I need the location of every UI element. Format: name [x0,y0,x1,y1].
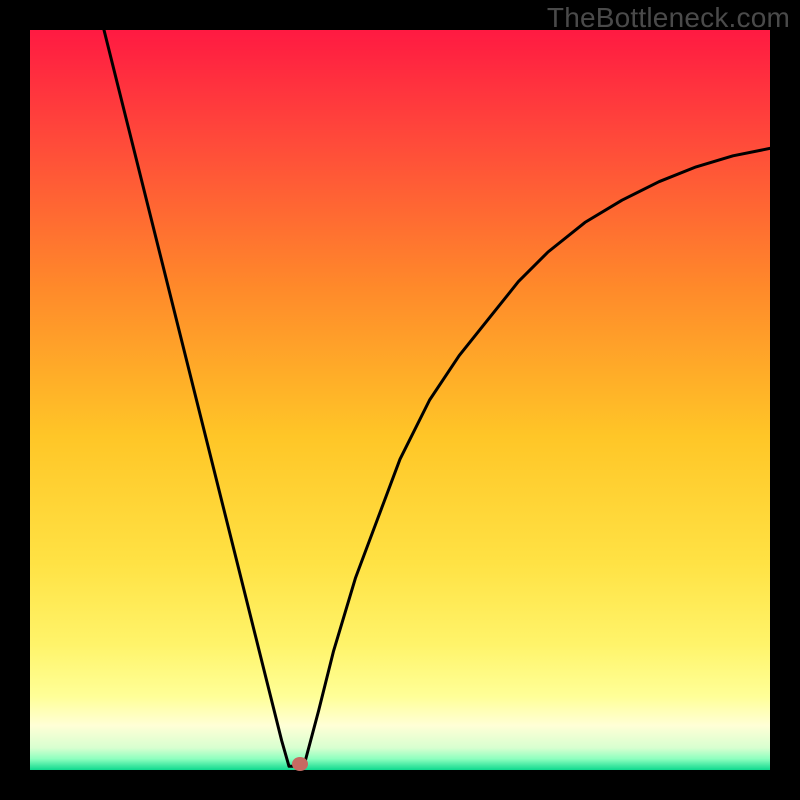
gradient-background [30,30,770,770]
chart-frame: TheBottleneck.com [0,0,800,800]
plot-svg [30,30,770,770]
minimum-marker [292,757,308,771]
plot-area [30,30,770,770]
